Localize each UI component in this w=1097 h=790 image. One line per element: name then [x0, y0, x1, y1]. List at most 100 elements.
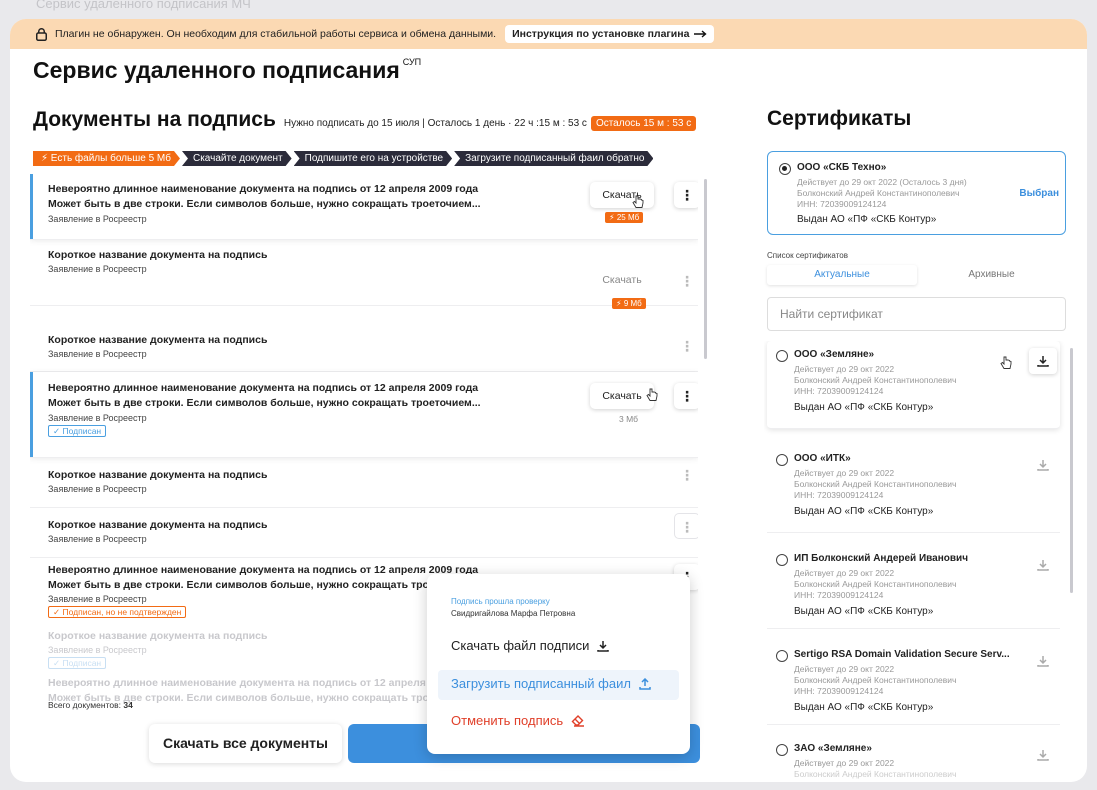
certificate-download-button[interactable]: [1029, 348, 1057, 374]
certificate-valid: Действует до 29 окт 2022 (Осталось 3 дня…: [797, 177, 967, 187]
menu-item-download-signature[interactable]: Скачать файл подписи: [451, 638, 610, 653]
document-row[interactable]: Короткое название документа на подпись З…: [30, 508, 698, 558]
page-title: Сервис удаленного подписания СУП: [33, 57, 422, 83]
certificate-list-scrollbar[interactable]: [1070, 348, 1073, 593]
certificate-inn: ИНН: 72039009124124: [797, 199, 887, 209]
certificate-valid: Действует до 29 окт 2022: [794, 364, 895, 374]
document-row[interactable]: Короткое название документа на подпись З…: [30, 240, 698, 309]
certificate-issuer: Выдан АО «ПФ «СКБ Контур»: [794, 702, 934, 713]
download-button[interactable]: Скачать: [590, 267, 654, 293]
certificate-valid: Действует до 29 окт 2022: [794, 664, 895, 674]
selection-bar: [30, 174, 33, 239]
app-window: Плагин не обнаружен. Он необходим для ст…: [10, 19, 1087, 782]
status-badge-unconfirmed: ✓ Подписан, но не подтвержден: [48, 606, 187, 618]
tab-archive[interactable]: Архивные: [917, 265, 1066, 285]
certificate-valid: Действует до 29 окт 2022: [794, 758, 895, 768]
certificate-chosen-label: Выбран: [1019, 188, 1059, 199]
menu-item-upload-signed[interactable]: Загрузить подписанный фаил: [451, 676, 651, 691]
document-name: Короткое название документа на подпись: [48, 630, 268, 642]
certificate-item[interactable]: Sertigo RSA Domain Validation Secure Ser…: [767, 637, 1060, 725]
more-menu-button[interactable]: ⋮: [674, 383, 698, 409]
certificate-valid: Действует до 29 окт 2022: [794, 468, 895, 478]
certificate-name: ООО «ИТК»: [794, 453, 851, 464]
step-large-files: ⚡ Есть файлы больше 5 Мб: [33, 151, 180, 166]
eraser-icon: [571, 715, 585, 727]
document-row[interactable]: Короткое название документа на подпись З…: [30, 306, 698, 372]
certificate-download-button[interactable]: [1029, 452, 1057, 478]
document-name: Короткое название документа на подпись: [48, 334, 268, 346]
document-context-menu: Подпись прошла проверку Свидригайлова Ма…: [427, 574, 690, 754]
status-badge-signed: ✓ Подписан: [48, 425, 107, 437]
document-row[interactable]: Невероятно длинное наименование документ…: [30, 174, 698, 240]
certificate-item[interactable]: ИП Болконский Андерей Иванович Действует…: [767, 541, 1060, 629]
document-kind: Заявление в Росреестр: [48, 534, 147, 544]
hand-cursor-icon: [646, 388, 658, 401]
certificate-issuer: Выдан АО «ПФ «СКБ Контур»: [794, 402, 934, 413]
selected-certificate-card[interactable]: ООО «СКБ Техно» Действует до 29 окт 2022…: [767, 151, 1066, 235]
upload-icon: [639, 677, 651, 690]
more-menu-button[interactable]: ⋮: [674, 333, 698, 359]
certificate-download-button[interactable]: [1029, 648, 1057, 674]
certificate-radio[interactable]: [776, 650, 788, 662]
certificate-name: Sertigo RSA Domain Validation Secure Ser…: [794, 649, 1010, 660]
document-name: Невероятно длинное наименование документ…: [48, 564, 481, 591]
document-row[interactable]: Короткое название документа на подпись З…: [30, 458, 698, 508]
certificates-title: Сертификаты: [767, 107, 912, 130]
certificate-radio[interactable]: [776, 744, 788, 756]
document-name: Невероятно длинное наименование документ…: [48, 183, 481, 210]
certificate-search-input[interactable]: Найти сертификат: [767, 297, 1066, 331]
certificate-radio[interactable]: [776, 350, 788, 362]
deadline-text: Нужно подписать до 15 июля | Осталось 1 …: [283, 118, 587, 129]
document-name: Короткое название документа на подпись: [48, 469, 268, 481]
certificate-name: ООО «СКБ Техно»: [797, 162, 887, 173]
signing-steps: ⚡ Есть файлы больше 5 Мб Скачайте докуме…: [33, 151, 655, 166]
more-menu-button[interactable]: ⋮: [674, 268, 698, 294]
step-upload: Загрузите подписанный фаил обратно: [454, 151, 653, 166]
remaining-time-badge: Осталось 15 м : 53 с: [590, 116, 697, 131]
plugin-guide-button[interactable]: Инструкция по установке плагина: [505, 25, 715, 43]
menu-item-cancel-signature[interactable]: Отменить подпись: [451, 713, 585, 728]
download-button[interactable]: Скачать: [590, 383, 654, 409]
hand-cursor-icon: [1000, 356, 1012, 369]
certificate-item[interactable]: ООО «Земляне» Действует до 29 окт 2022 Б…: [767, 341, 1060, 429]
certificate-download-button[interactable]: [1029, 552, 1057, 578]
file-size: 3 Мб: [619, 414, 639, 424]
tab-actual[interactable]: Актуальные: [767, 265, 917, 285]
document-kind: Заявление в Росреестр: [48, 594, 147, 604]
certificate-radio[interactable]: [776, 454, 788, 466]
download-button[interactable]: Скачать: [590, 182, 654, 208]
certificate-inn: ИНН: 72039009124124: [794, 590, 884, 600]
document-kind: Заявление в Росреестр: [48, 484, 147, 494]
certificate-download-button[interactable]: [1029, 742, 1057, 768]
total-documents: Всего документов: 34: [48, 700, 133, 710]
status-badge-signed: ✓ Подписан: [48, 657, 107, 669]
certificate-owner: Болконский Андрей Константинополевич: [794, 769, 957, 779]
certificate-radio-selected[interactable]: [779, 163, 791, 175]
plugin-warning-banner: Плагин не обнаружен. Он необходим для ст…: [10, 19, 1087, 49]
document-kind: Заявление в Росреестр: [48, 214, 147, 224]
document-name: Невероятно длинное наименование документ…: [48, 382, 481, 409]
certificate-tabs: Актуальные Архивные: [767, 265, 1066, 285]
more-menu-button[interactable]: ⋮: [674, 182, 698, 208]
certificate-name: ЗАО «Земляне»: [794, 743, 872, 754]
download-icon: [1037, 656, 1049, 667]
document-list-scrollbar[interactable]: [704, 179, 707, 359]
document-name: Короткое название документа на подпись: [48, 519, 268, 531]
certificate-owner: Болконский Андрей Константинополевич: [797, 188, 960, 198]
hand-cursor-icon: [632, 195, 644, 208]
background-window-title: Сервис удаленного подписания МЧ: [36, 0, 251, 11]
document-row[interactable]: Невероятно длинное наименование документ…: [30, 372, 698, 458]
more-menu-button[interactable]: ⋮: [674, 513, 698, 539]
certificate-list: ООО «Земляне» Действует до 29 окт 2022 Б…: [764, 341, 1069, 782]
more-menu-button[interactable]: ⋮: [674, 462, 698, 488]
download-all-button[interactable]: Скачать все документы: [149, 724, 342, 763]
signer-name: Свидригайлова Марфа Петровна: [451, 609, 576, 618]
download-icon: [597, 640, 610, 652]
certificate-issuer: Выдан АО «ПФ «СКБ Контур»: [794, 506, 934, 517]
certificate-radio[interactable]: [776, 554, 788, 566]
step-download: Скачайте документ: [182, 151, 292, 166]
certificate-owner: Болконский Андрей Константинополевич: [794, 375, 957, 385]
certificate-item[interactable]: ЗАО «Земляне» Действует до 29 окт 2022 Б…: [767, 733, 1060, 782]
certificate-item[interactable]: ООО «ИТК» Действует до 29 окт 2022 Болко…: [767, 445, 1060, 533]
page-title-abbr: СУП: [402, 57, 422, 67]
